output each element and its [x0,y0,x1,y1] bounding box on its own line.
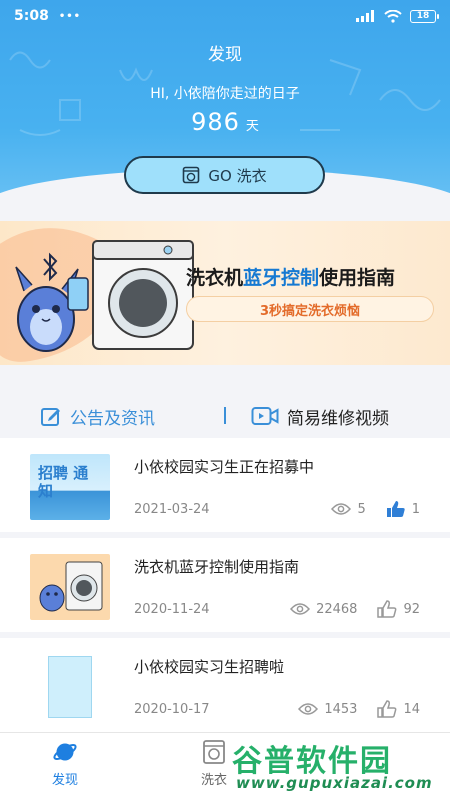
battery-icon: 18 [410,9,439,23]
eye-icon [331,503,352,515]
battery-level: 18 [416,11,430,21]
article-stats: 5 1 [331,500,420,518]
article-item[interactable]: 洗衣机蓝牙控制使用指南 2020-11-24 22468 92 [0,538,450,632]
article-thumbnail [30,654,110,720]
washer-icon [203,740,225,764]
eye-icon [290,603,311,615]
go-wash-label: GO 洗衣 [208,166,267,185]
banner-subtitle: 3秒搞定洗衣烦恼 [186,296,434,322]
banner-title: 洗衣机蓝牙控制使用指南 [186,263,395,290]
bluetooth-guide-banner[interactable]: 洗衣机蓝牙控制使用指南 3秒搞定洗衣烦恼 [0,221,450,365]
tab-repair-videos-label: 简易维修视频 [287,408,389,429]
nav-discover-label: 发现 [51,773,78,788]
thumbs-up-icon[interactable] [377,700,397,718]
page-title: 发现 [208,45,242,65]
like-count: 1 [411,501,420,517]
article-thumbnail [30,554,110,620]
planet-icon [53,743,77,761]
phone-illustration [67,277,89,311]
view-count: 1453 [324,701,358,717]
content-tabs: 公告及资讯 简易维修视频 [0,394,450,438]
article-date: 2021-03-24 [134,502,210,517]
days-value: 986 [191,108,240,136]
view-count: 22468 [316,601,358,617]
article-stats: 1453 14 [298,700,420,718]
status-time: 5:08 [14,8,49,24]
tab-repair-videos[interactable]: 简易维修视频 [251,404,389,429]
thumbnail-poster [48,656,92,718]
tab-announcements[interactable]: 公告及资讯 [40,404,155,429]
nav-discover[interactable]: 发现 [35,739,95,788]
greeting-text: HI, 小依陪你走过的日子 [150,86,300,102]
banner-title-highlight: 蓝牙控制 [243,267,320,289]
article-item[interactable]: 招聘 通知 小依校园实习生正在招募中 2021-03-24 5 1 [0,438,450,532]
watermark-url: www.gupuxiazai.com [236,774,433,792]
washer-icon [183,166,200,184]
article-item[interactable]: 小依校园实习生招聘啦 2020-10-17 1453 14 [0,638,450,732]
bluetooth-icon [43,252,58,282]
notification-dots: ••• [58,10,82,22]
thumbs-up-icon[interactable] [377,600,397,618]
days-unit: 天 [245,119,259,134]
go-wash-button[interactable]: GO 洗衣 [124,156,325,194]
view-count: 5 [357,501,366,517]
tab-announcements-label: 公告及资讯 [70,408,155,429]
banner-title-part1: 洗衣机 [186,267,244,289]
article-date: 2020-11-24 [134,602,210,617]
edit-icon [41,408,60,426]
article-title: 小依校园实习生正在招募中 [134,458,315,476]
article-title: 洗衣机蓝牙控制使用指南 [134,558,300,576]
video-icon [251,407,279,425]
site-watermark: 谷普软件园 www.gupuxiazai.com [232,736,446,796]
nav-wash-label: 洗衣 [200,773,227,788]
eye-icon [298,703,319,715]
thumbnail-text: 招聘 通知 [38,464,89,500]
article-thumbnail: 招聘 通知 [30,454,110,520]
days-counter: 986 天 [0,108,450,136]
article-stats: 22468 92 [290,600,420,618]
signal-icon [356,10,374,22]
wifi-icon [384,9,402,23]
like-count: 14 [403,701,420,717]
banner-title-part2: 使用指南 [319,267,396,289]
tab-divider [224,407,226,424]
washing-machine-illustration [92,240,194,350]
article-date: 2020-10-17 [134,702,210,717]
like-count: 92 [403,601,420,617]
article-title: 小依校园实习生招聘啦 [134,658,285,676]
thumbs-up-icon[interactable] [386,500,406,518]
thumbnail-washer-illustration [39,561,103,612]
status-bar: 5:08 ••• 18 [0,0,450,32]
